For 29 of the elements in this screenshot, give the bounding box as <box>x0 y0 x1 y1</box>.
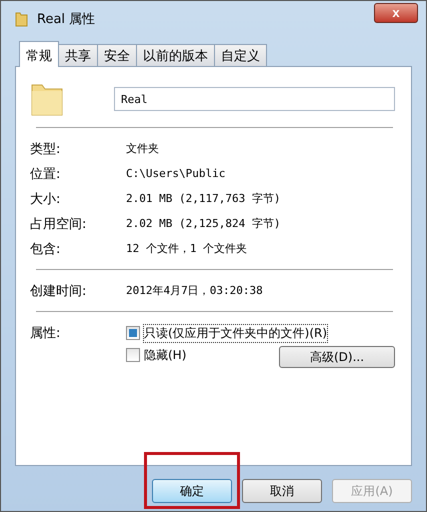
field-label: 位置: <box>30 166 62 182</box>
field-label: 大小: <box>30 190 62 208</box>
field-value: 文件夹 <box>126 141 159 156</box>
window-title: Real 属性 <box>37 11 96 28</box>
tab[interactable]: 安全 <box>97 44 137 66</box>
field-value: 12 个文件，1 个文件夹 <box>126 241 248 256</box>
field-value: 2012年4月7日，03:20:38 <box>126 283 263 298</box>
tab[interactable]: 常规 <box>19 41 59 67</box>
tab[interactable]: 自定义 <box>214 44 267 66</box>
field-value: 2.02 MB (2,125,824 字节) <box>126 216 280 231</box>
tab[interactable]: 共享 <box>58 44 98 66</box>
field-label: 属性: <box>30 325 62 343</box>
advanced-button[interactable]: 高级(D)... <box>279 346 395 368</box>
field-label: 占用空间: <box>30 216 88 232</box>
checkbox[interactable] <box>126 348 140 362</box>
checkbox-label[interactable]: 隐藏(H) <box>143 346 188 364</box>
checkbox[interactable] <box>126 326 140 340</box>
name-field[interactable]: Real <box>114 87 395 111</box>
tab[interactable]: 以前的版本 <box>136 44 215 66</box>
folder-icon <box>15 11 29 27</box>
dialog-button[interactable]: 取消 <box>242 479 322 503</box>
field-value: 2.01 MB (2,117,763 字节) <box>126 191 280 206</box>
field-value: C:\Users\Public <box>126 167 226 180</box>
field-label: 类型: <box>30 140 62 158</box>
field-label: 包含: <box>30 240 62 258</box>
checkbox-label[interactable]: 只读(仅应用于文件夹中的文件)(R) <box>143 324 328 342</box>
field-label: 创建时间: <box>30 282 88 300</box>
dialog-button[interactable]: 确定 <box>152 479 232 503</box>
close-button[interactable]: x <box>374 3 418 23</box>
